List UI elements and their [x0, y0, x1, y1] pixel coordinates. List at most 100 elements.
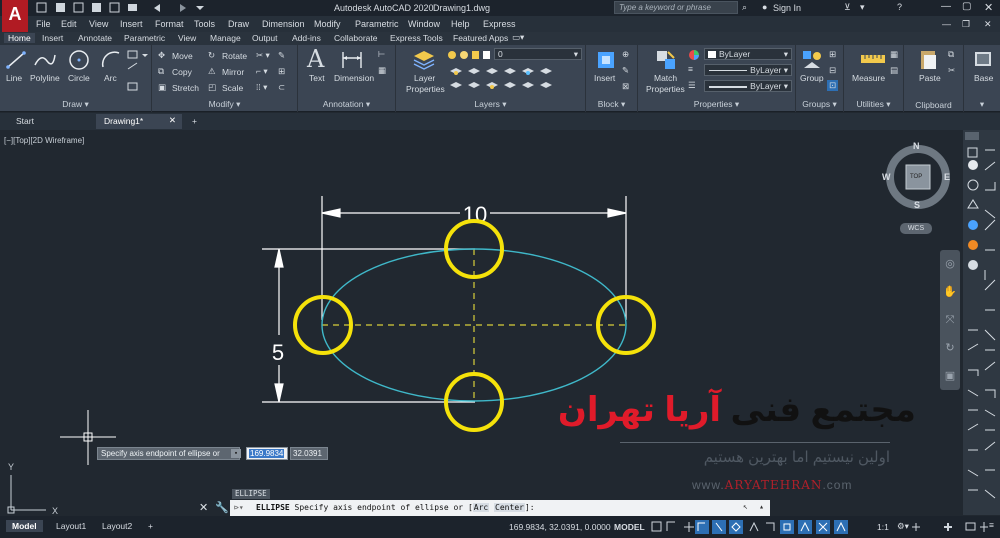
group-select-icon[interactable]: ⊡ [827, 80, 839, 91]
menu-file[interactable]: File [36, 19, 51, 29]
match-properties-icon[interactable] [654, 48, 678, 72]
coordinates-readout[interactable]: 169.9834, 32.0391, 0.0000 [509, 522, 611, 532]
panel-utilities-label[interactable]: Utilities ▾ [844, 99, 903, 110]
polyline-icon[interactable] [33, 49, 57, 71]
command-option-center[interactable]: Center [494, 503, 525, 512]
tab-layout1[interactable]: Layout1 [50, 520, 92, 532]
paste-button[interactable]: Paste [919, 73, 941, 83]
base-button[interactable]: Base [974, 73, 993, 83]
tab-insert[interactable]: Insert [42, 33, 63, 43]
measure-button[interactable]: Measure [852, 73, 885, 83]
navigation-bar[interactable]: ◎ ✋ ⤧ ↻ ▣ [940, 250, 960, 390]
panel-layers-label[interactable]: Layers ▾ [396, 99, 585, 110]
quick-select-icon[interactable]: ▤ [890, 65, 898, 76]
command-close-icon[interactable]: ✕ [199, 501, 208, 514]
insert-button[interactable]: Insert [594, 73, 615, 83]
tab-close-icon[interactable]: ✕ [169, 115, 176, 126]
leader-icon[interactable]: ⊢ [378, 49, 385, 60]
layer-tools-icons[interactable] [448, 65, 584, 93]
customize-icon[interactable]: ≡ [989, 520, 994, 530]
explode-icon[interactable]: ⊞ [278, 66, 285, 77]
menu-view[interactable]: View [89, 19, 108, 29]
search-icon[interactable]: ⌕ [742, 2, 747, 13]
color-dropdown[interactable]: ByLayer ▾ [704, 48, 792, 60]
array-icon[interactable]: ⁞⁞ ▾ [256, 82, 267, 93]
tab-layout2[interactable]: Layout2 [96, 520, 138, 532]
dynamic-input-arrow-icon[interactable]: ▪ [231, 449, 241, 458]
menu-express[interactable]: Express [483, 19, 516, 29]
command-recent-icon[interactable]: ▴ [759, 502, 764, 511]
panel-modify-label[interactable]: Modify ▾ [152, 99, 297, 110]
sign-in-button[interactable]: Sign In [773, 3, 801, 13]
mirror-button[interactable]: Mirror [222, 67, 244, 77]
pan-icon[interactable]: ✋ [940, 278, 960, 306]
arc-icon[interactable] [100, 49, 122, 71]
dynamic-input-y[interactable]: 32.0391 [290, 447, 328, 460]
layer-properties-label-2[interactable]: Properties [406, 84, 445, 94]
annotation-scale[interactable]: 1:1 [877, 522, 889, 532]
dimension-button[interactable]: Dimension [334, 73, 374, 83]
line-icon[interactable] [5, 49, 27, 71]
autocad-logo-icon[interactable]: A [2, 0, 28, 32]
maximize-icon[interactable]: ▢ [962, 1, 971, 12]
menu-edit[interactable]: Edit [61, 19, 77, 29]
menu-restore-icon[interactable]: ❐ [962, 19, 970, 30]
workspace-gear-icon[interactable]: ⚙▾ [897, 521, 909, 532]
cart-icon[interactable]: ⊻ [844, 2, 851, 13]
base-view-icon[interactable] [972, 48, 994, 72]
orbit-icon[interactable]: ↻ [940, 334, 960, 362]
tab-parametric[interactable]: Parametric [124, 33, 165, 43]
panel-block-label[interactable]: Block ▾ [586, 99, 637, 110]
tab-output[interactable]: Output [252, 33, 278, 43]
quick-access-toolbar[interactable] [36, 2, 206, 14]
model-space-toggle[interactable]: MODEL [614, 522, 645, 532]
attribute-icon[interactable]: ⊠ [622, 81, 629, 92]
command-line[interactable]: ⊳▾ ELLIPSE Specify axis endpoint of elli… [230, 500, 770, 516]
menu-close-icon[interactable]: ✕ [984, 19, 992, 30]
add-layout-button[interactable]: + [142, 520, 159, 532]
showmotion-icon[interactable]: ▣ [940, 362, 960, 390]
viewcube-south[interactable]: S [914, 200, 920, 210]
close-icon[interactable]: ✕ [984, 1, 993, 14]
right-toolbar-icons[interactable] [963, 130, 1000, 515]
tab-collaborate[interactable]: Collaborate [334, 33, 377, 43]
menu-minimize-icon[interactable]: — [942, 19, 951, 29]
erase-icon[interactable]: ✎ [278, 50, 285, 61]
zoom-icon[interactable]: ⤧ [940, 306, 960, 334]
menu-tools[interactable]: Tools [194, 19, 215, 29]
group-icon[interactable] [800, 48, 824, 72]
tab-annotate[interactable]: Annotate [78, 33, 112, 43]
status-toggles[interactable] [650, 519, 1000, 535]
panel-clipboard-label[interactable]: Clipboard [904, 100, 963, 110]
offset-icon[interactable]: ⊂ [278, 82, 285, 93]
layer-properties-icon[interactable] [412, 48, 436, 70]
insert-block-icon[interactable] [594, 48, 618, 72]
tab-home[interactable]: Home [4, 33, 35, 43]
tab-express-tools[interactable]: Express Tools [390, 33, 443, 43]
match-properties-label-2[interactable]: Properties [646, 84, 685, 94]
table-icon[interactable]: ▦ [378, 65, 386, 76]
panel-draw-label[interactable]: Draw ▾ [0, 99, 151, 110]
fillet-icon[interactable]: ⌐ ▾ [256, 66, 268, 77]
move-button[interactable]: Move [172, 51, 193, 61]
new-tab-button[interactable]: + [184, 114, 204, 129]
wcs-dropdown[interactable]: WCS [900, 223, 932, 234]
menu-dimension[interactable]: Dimension [262, 19, 305, 29]
tab-add-ins[interactable]: Add-ins [292, 33, 321, 43]
minimize-icon[interactable]: — [941, 1, 951, 12]
steering-wheel-icon[interactable]: ◎ [940, 250, 960, 278]
paste-icon[interactable] [918, 48, 940, 72]
command-settings-icon[interactable]: 🔧 [215, 501, 229, 514]
scale-button[interactable]: Scale [222, 83, 243, 93]
tab-drawing1[interactable]: Drawing1* ✕ [96, 114, 182, 129]
search-input[interactable]: Type a keyword or phrase [614, 1, 738, 14]
cut-icon[interactable]: ✂ [948, 65, 955, 76]
panel-groups-label[interactable]: Groups ▾ [796, 99, 843, 110]
rotate-button[interactable]: Rotate [222, 51, 247, 61]
layer-properties-label-1[interactable]: Layer [414, 73, 435, 83]
viewcube-west[interactable]: W [882, 172, 891, 182]
dimension-icon[interactable] [340, 49, 364, 71]
circle-icon[interactable] [67, 48, 91, 72]
layer-state-icons[interactable] [446, 49, 491, 61]
dynamic-input-x[interactable]: 169.9834 [246, 447, 288, 460]
